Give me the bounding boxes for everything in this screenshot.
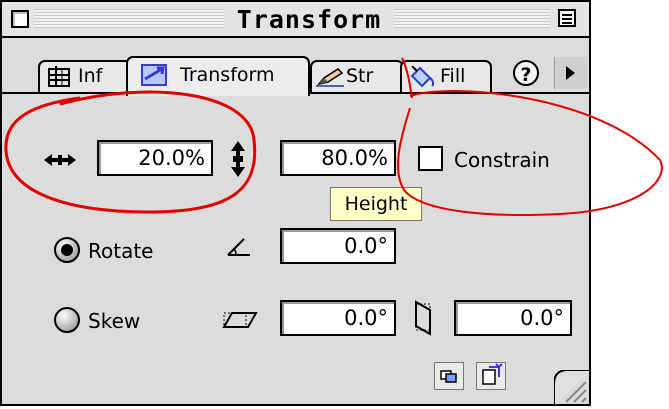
rotate-angle-field[interactable]: 0.0° [280,228,396,264]
transform-arrow-icon [141,64,167,86]
tab-fill[interactable]: Fill [400,60,492,92]
transform-palette: Transform Inf Transform Str Fill ? 20.0%… [0,0,591,406]
apply-transform-button[interactable] [476,362,506,390]
title-stripes-left [34,9,224,28]
tab-stroke[interactable]: Str [310,60,404,92]
arrow-right-icon [566,66,575,80]
tab-transform[interactable]: Transform [126,56,310,96]
resize-grip-icon[interactable] [554,370,590,406]
scroll-tabs-right-button[interactable] [554,57,587,89]
copy-transform-button[interactable] [434,362,464,390]
paint-bucket-icon [410,66,435,88]
skew-vertical-icon [415,300,431,336]
info-grid-icon [48,66,70,87]
constrain-checkbox[interactable] [418,146,443,171]
close-box[interactable] [11,10,29,28]
title-bar[interactable]: Transform [2,2,589,38]
skew-horizontal-field[interactable]: 0.0° [280,300,396,336]
skew-horizontal-icon [222,312,258,328]
width-scale-field[interactable]: 20.0% [97,140,213,176]
apply-transform-icon [482,363,503,385]
skew-vertical-field[interactable]: 0.0° [454,300,572,336]
tab-info-label: Inf [78,65,103,87]
skew-radio[interactable] [54,307,80,333]
rotate-radio[interactable] [54,237,80,263]
window-title: Transform [224,5,394,35]
pencil-stroke-icon [316,68,344,87]
height-tooltip: Height [330,187,422,221]
width-scale-icon [44,154,76,166]
palette-menu-icon[interactable] [558,9,576,27]
constrain-label: Constrain [454,148,550,172]
rotate-label: Rotate [88,239,154,263]
title-stripes-right [394,9,550,28]
height-scale-icon [231,141,245,177]
tab-info[interactable]: Inf [38,60,136,92]
tab-fill-label: Fill [440,65,466,87]
tab-stroke-label: Str [346,65,374,87]
help-button[interactable]: ? [513,60,539,86]
tab-transform-label: Transform [180,64,275,86]
height-scale-field[interactable]: 80.0% [280,140,396,176]
skew-label: Skew [88,309,141,333]
rotate-angle-icon [227,238,250,256]
copy-transform-icon [440,370,457,383]
